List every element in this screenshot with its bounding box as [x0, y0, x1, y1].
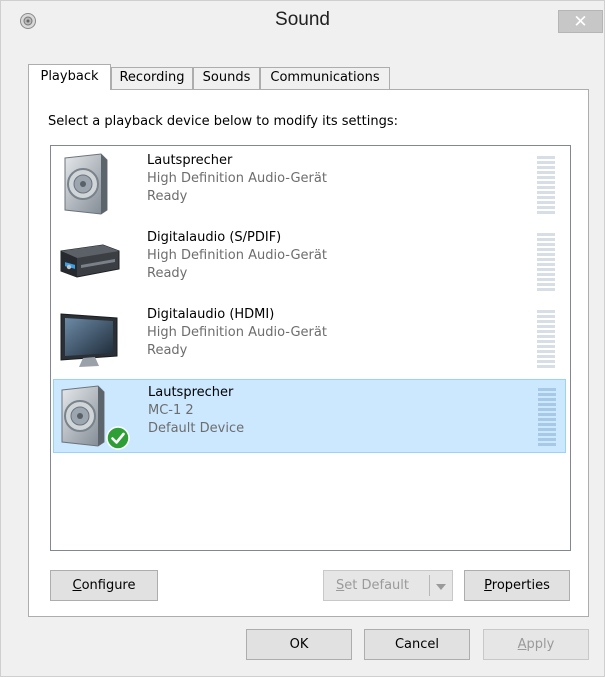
device-text: Digitalaudio (HDMI) High Definition Audi… — [147, 306, 327, 360]
title-bar: Sound ✕ — [1, 1, 604, 39]
volume-meter — [538, 388, 556, 446]
tab-sounds[interactable]: Sounds — [193, 67, 260, 89]
volume-meter — [537, 233, 555, 291]
sound-dialog: Sound ✕ Playback Recording Sounds Commun… — [0, 0, 605, 677]
close-icon: ✕ — [573, 12, 588, 32]
device-name: Lautsprecher — [147, 153, 233, 168]
properties-label: roperties — [491, 578, 550, 593]
device-item-hdmi[interactable]: Digitalaudio (HDMI) High Definition Audi… — [53, 302, 566, 376]
window-title: Sound — [275, 9, 330, 30]
apply-mnemonic: A — [517, 637, 527, 652]
device-description: High Definition Audio-Gerät — [147, 171, 327, 186]
device-status: Ready — [147, 189, 188, 204]
configure-button[interactable]: Configure — [50, 570, 158, 601]
device-name: Lautsprecher — [148, 385, 234, 400]
apply-button[interactable]: Apply — [483, 629, 589, 660]
configure-mnemonic: C — [72, 578, 82, 593]
device-text: Lautsprecher High Definition Audio-Gerät… — [147, 152, 327, 206]
check-icon — [106, 426, 130, 450]
properties-button[interactable]: Properties — [464, 570, 570, 601]
volume-meter — [537, 156, 555, 214]
tab-recording[interactable]: Recording — [111, 67, 193, 89]
cancel-button[interactable]: Cancel — [364, 629, 470, 660]
playback-panel: Select a playback device below to modify… — [28, 89, 589, 617]
set-default-label: et Default — [344, 578, 409, 593]
dropdown-arrow-icon[interactable] — [429, 575, 452, 596]
speaker-icon — [64, 153, 108, 215]
tab-playback[interactable]: Playback — [28, 64, 111, 90]
configure-label: onfigure — [81, 578, 136, 593]
device-status: Default Device — [148, 421, 245, 436]
device-item-lautsprecher[interactable]: Lautsprecher High Definition Audio-Gerät… — [53, 148, 566, 222]
close-button[interactable]: ✕ — [558, 10, 603, 33]
device-name: Digitalaudio (HDMI) — [147, 307, 275, 322]
device-name: Digitalaudio (S/PDIF) — [147, 230, 282, 245]
device-text: Digitalaudio (S/PDIF) High Definition Au… — [147, 229, 327, 283]
device-item-default-lautsprecher[interactable]: Lautsprecher MC-1 2 Default Device — [53, 379, 566, 453]
device-description: High Definition Audio-Gerät — [147, 248, 327, 263]
device-status: Ready — [147, 266, 188, 281]
device-description: MC-1 2 — [148, 403, 194, 418]
receiver-icon — [60, 244, 120, 278]
volume-meter — [537, 310, 555, 368]
monitor-icon — [60, 313, 118, 367]
device-item-spdif[interactable]: Digitalaudio (S/PDIF) High Definition Au… — [53, 225, 566, 299]
tab-communications[interactable]: Communications — [260, 67, 390, 89]
device-description: High Definition Audio-Gerät — [147, 325, 327, 340]
apply-label: pply — [526, 637, 555, 652]
device-list[interactable]: Lautsprecher High Definition Audio-Gerät… — [50, 145, 571, 551]
instruction-text: Select a playback device below to modify… — [48, 114, 398, 129]
set-default-button[interactable]: Set Default — [323, 570, 453, 601]
device-status: Ready — [147, 343, 188, 358]
ok-button[interactable]: OK — [246, 629, 352, 660]
device-text: Lautsprecher MC-1 2 Default Device — [148, 384, 244, 438]
properties-mnemonic: P — [484, 578, 492, 593]
